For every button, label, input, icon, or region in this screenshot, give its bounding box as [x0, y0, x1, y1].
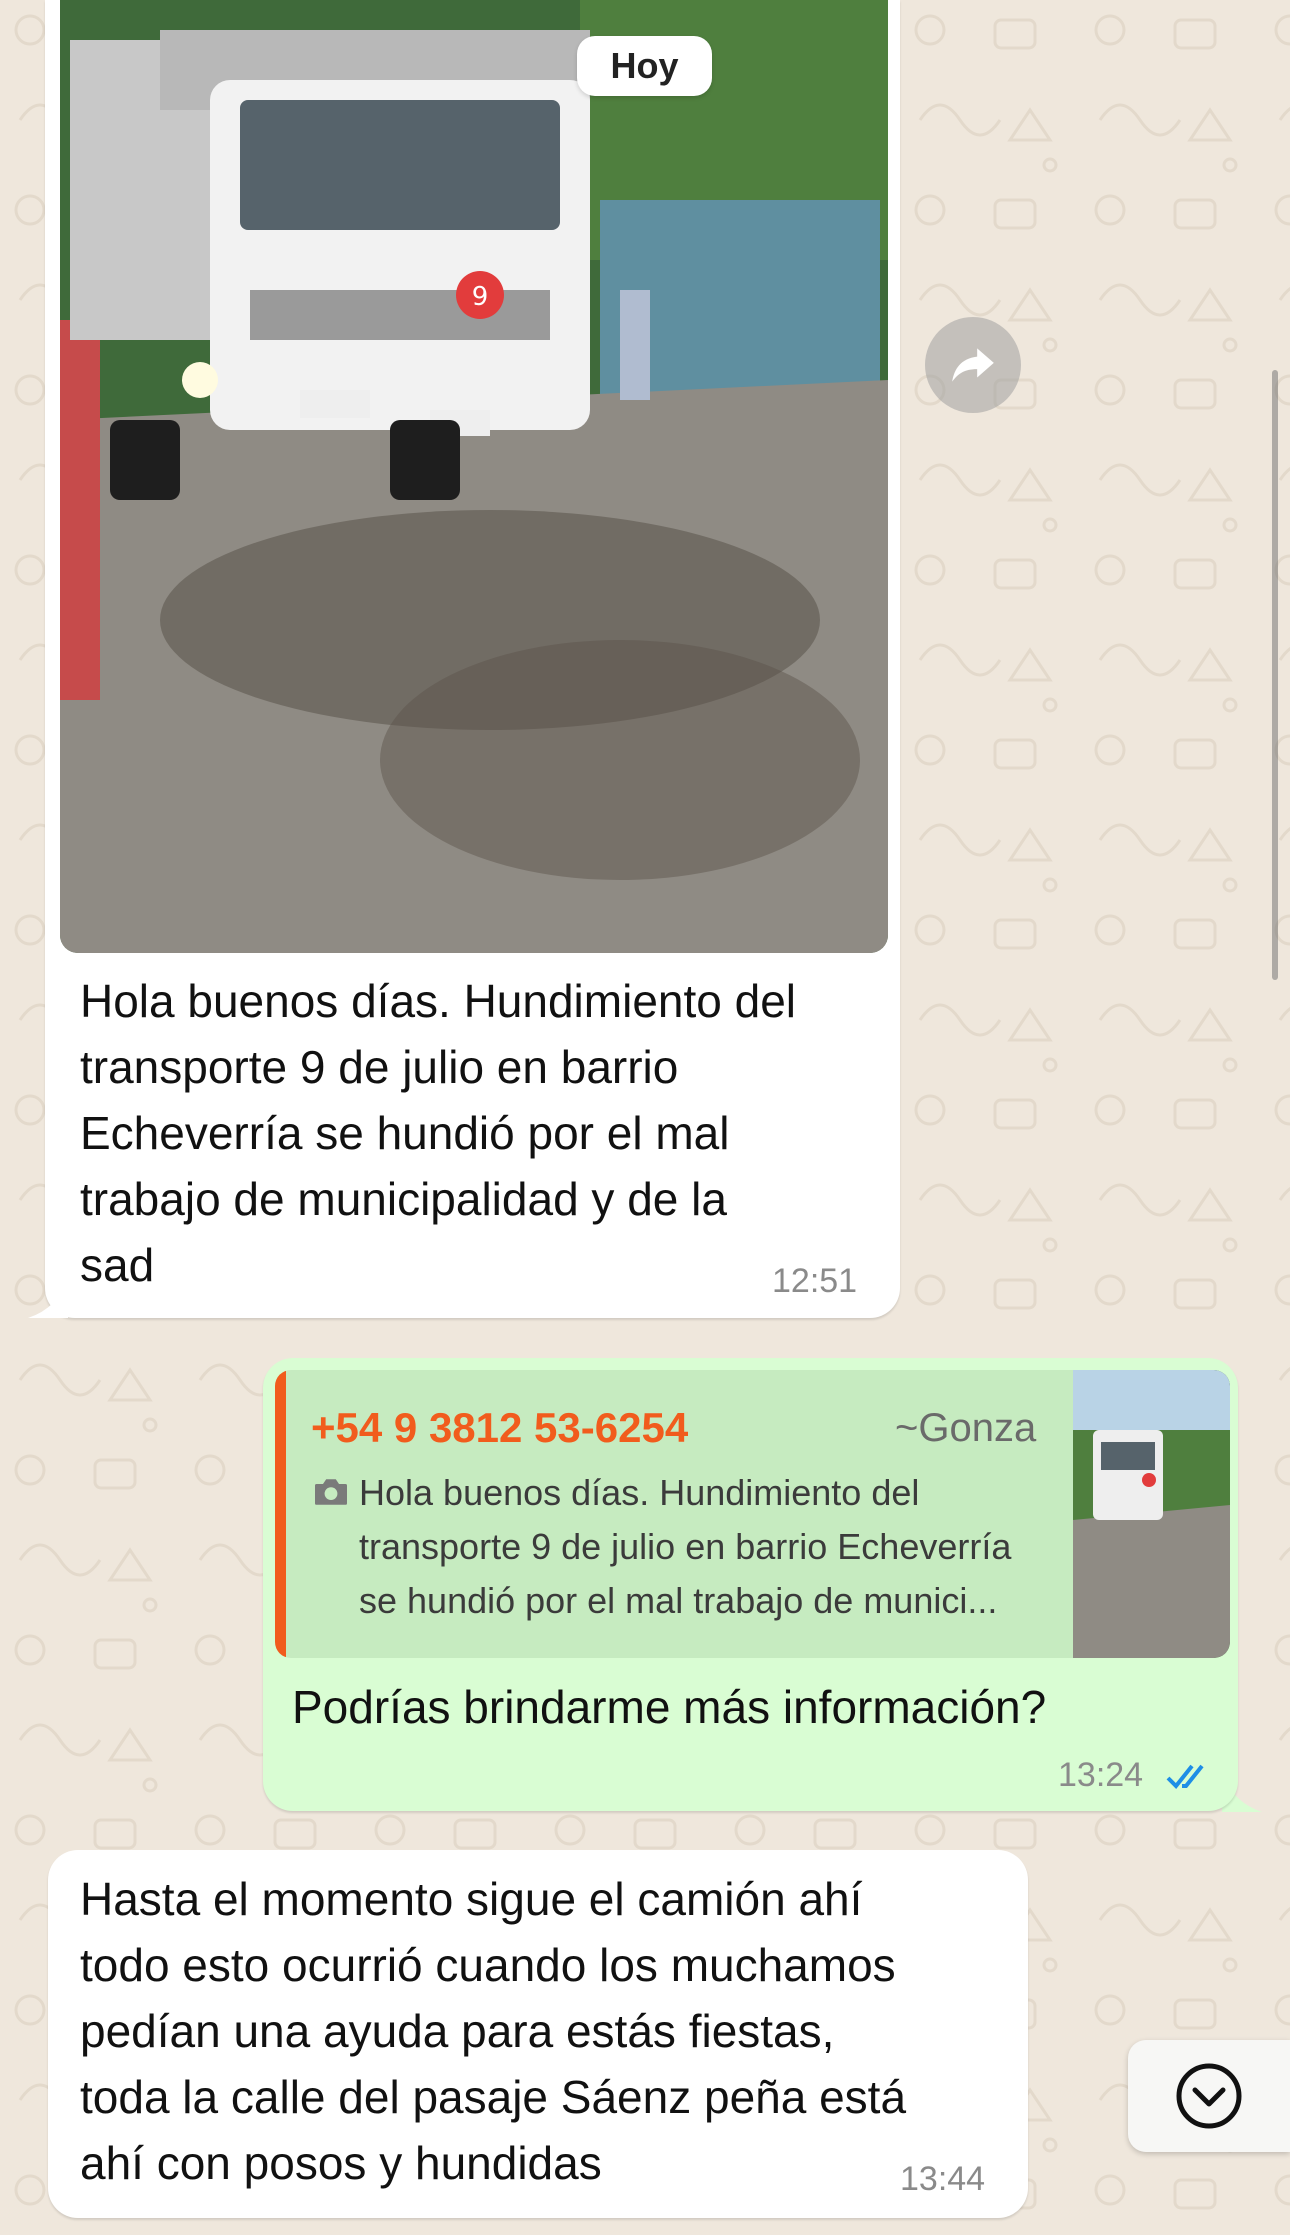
svg-text:9: 9 [472, 282, 489, 312]
message-time: 12:51 [772, 1262, 858, 1300]
message-time: 13:44 [900, 2160, 986, 2198]
quote-sender-phone: +54 9 3812 53-6254 [311, 1404, 689, 1451]
scroll-to-bottom-button[interactable] [1128, 2040, 1290, 2152]
date-divider: Hoy [577, 36, 712, 96]
quote-accent-bar [275, 1370, 286, 1658]
message-text: Hasta el momento sigue el camión ahí tod… [80, 1873, 907, 2189]
forward-button[interactable] [925, 317, 1021, 413]
bubble-tail [28, 1278, 68, 1318]
double-check-icon [1166, 1764, 1204, 1789]
quoted-message[interactable]: +54 9 3812 53-6254 ~Gonza Hola buenos dí… [275, 1370, 1230, 1658]
chevron-down-icon [1176, 2063, 1242, 2129]
message-text: Hola buenos días. Hundimiento del transp… [80, 975, 797, 1291]
message-photo[interactable]: 9 [60, 0, 888, 953]
quote-sender-name: ~Gonza [895, 1406, 1037, 1450]
truck-photo-image: 9 [60, 0, 888, 953]
message-text: Podrías brindarme más información? [292, 1681, 1047, 1733]
forward-icon [952, 348, 994, 382]
quote-text: Hola buenos días. Hundimiento del transp… [359, 1472, 1012, 1621]
quote-thumbnail [1073, 1370, 1230, 1658]
message-time: 13:24 [1058, 1756, 1144, 1794]
camera-icon [315, 1479, 347, 1505]
scrollbar[interactable] [1272, 370, 1278, 980]
outgoing-message-bubble[interactable]: +54 9 3812 53-6254 ~Gonza Hola buenos dí… [263, 1358, 1238, 1811]
